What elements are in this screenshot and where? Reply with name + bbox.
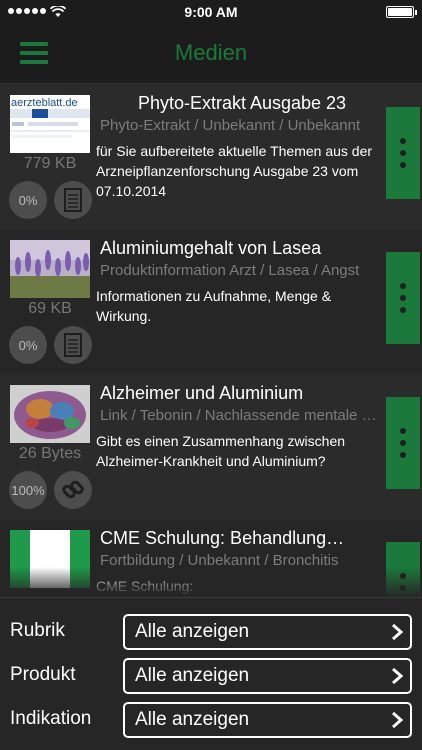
more-dot: [400, 138, 406, 144]
item-meta: Produktinformation Arzt / Lasea / Angst: [100, 262, 360, 279]
more-dot: [400, 283, 406, 289]
filter-panel: Rubrik Alle anzeigen Produkt Alle anzeig…: [0, 597, 422, 750]
more-dot: [400, 428, 406, 434]
status-time: 9:00 AM: [184, 4, 238, 20]
document-icon[interactable]: [54, 181, 92, 219]
more-dot: [400, 440, 406, 446]
item-description: für Sie aufbereitete aktuelle Themen aus…: [96, 143, 373, 199]
item-title: Alzheimer und Aluminium: [100, 383, 304, 403]
download-progress[interactable]: 0%: [9, 181, 47, 219]
list-item[interactable]: aerzteblatt.de 779 KB 0% Phyto-Extrakt A…: [0, 85, 422, 230]
media-list[interactable]: aerzteblatt.de 779 KB 0% Phyto-Extrakt A…: [0, 85, 422, 597]
item-description: CME Schulung:: [96, 578, 194, 594]
file-size: 26 Bytes: [18, 445, 82, 462]
produkt-select[interactable]: Alle anzeigen: [123, 658, 412, 694]
item-description: Informationen zu Aufnahme, Menge & Wirku…: [96, 288, 332, 324]
more-dot: [400, 573, 406, 579]
list-item[interactable]: 26 Bytes 100% Alzheimer und Aluminium Li…: [0, 375, 422, 520]
aerzteblatt-website-thumbnail: aerzteblatt.de: [10, 95, 90, 153]
more-dot: [400, 307, 406, 313]
filter-row-produkt: Produkt Alle anzeigen: [0, 656, 422, 700]
document-icon[interactable]: [54, 326, 92, 364]
page-title: Medien: [174, 40, 248, 65]
battery-icon: [386, 6, 417, 18]
chevron-right-icon: [392, 623, 404, 641]
thumb-logo-text: aerzteblatt.de: [11, 97, 78, 109]
list-item[interactable]: CME Schulung: Behandlung… Fortbildung / …: [0, 520, 422, 597]
more-dot: [400, 452, 406, 458]
more-dot: [400, 585, 406, 591]
item-description: Gibt es einen Zusammenhang zwischen Alzh…: [96, 433, 346, 469]
item-meta: Fortbildung / Unbekannt / Bronchitis: [100, 552, 339, 569]
link-icon[interactable]: [54, 471, 92, 509]
status-bar: 9:00 AM: [0, 0, 422, 24]
file-size: 69 KB: [28, 300, 72, 317]
download-progress[interactable]: 0%: [9, 326, 47, 364]
rubrik-select[interactable]: Alle anzeigen: [123, 614, 412, 650]
filter-label: Indikation: [10, 708, 92, 729]
select-value: Alle anzeigen: [135, 621, 250, 642]
list-item[interactable]: 69 KB 0% Aluminiumgehalt von Lasea Produ…: [0, 230, 422, 375]
green-white-green-thumbnail: [10, 530, 90, 588]
chevron-right-icon: [392, 711, 404, 729]
more-options-button[interactable]: [386, 397, 420, 489]
indikation-select[interactable]: Alle anzeigen: [123, 702, 412, 738]
more-options-button[interactable]: [386, 542, 420, 597]
more-dot: [400, 295, 406, 301]
chevron-right-icon: [392, 667, 404, 685]
select-value: Alle anzeigen: [135, 665, 250, 686]
filter-label: Produkt: [10, 664, 76, 685]
download-progress[interactable]: 100%: [9, 471, 47, 509]
brain-scan-thumbnail: [10, 385, 90, 443]
item-title: Aluminiumgehalt von Lasea: [100, 238, 322, 258]
lavender-field-thumbnail: [10, 240, 90, 298]
more-dot: [400, 150, 406, 156]
filter-row-indikation: Indikation Alle anzeigen: [0, 700, 422, 744]
select-value: Alle anzeigen: [135, 709, 250, 730]
item-meta: Phyto-Extrakt / Unbekannt / Unbekannt: [100, 117, 361, 134]
filter-label: Rubrik: [10, 620, 65, 641]
nav-bar: Medien: [0, 24, 422, 84]
more-options-button[interactable]: [386, 252, 420, 344]
file-size: 779 KB: [23, 155, 77, 172]
filter-row-rubrik: Rubrik Alle anzeigen: [0, 612, 422, 656]
more-options-button[interactable]: [386, 107, 420, 199]
item-meta: Link / Tebonin / Nachlassende mentale Le…: [100, 407, 384, 424]
more-dot: [400, 162, 406, 168]
item-title: CME Schulung: Behandlung…: [100, 528, 345, 548]
item-title: Phyto-Extrakt Ausgabe 23: [137, 93, 347, 113]
